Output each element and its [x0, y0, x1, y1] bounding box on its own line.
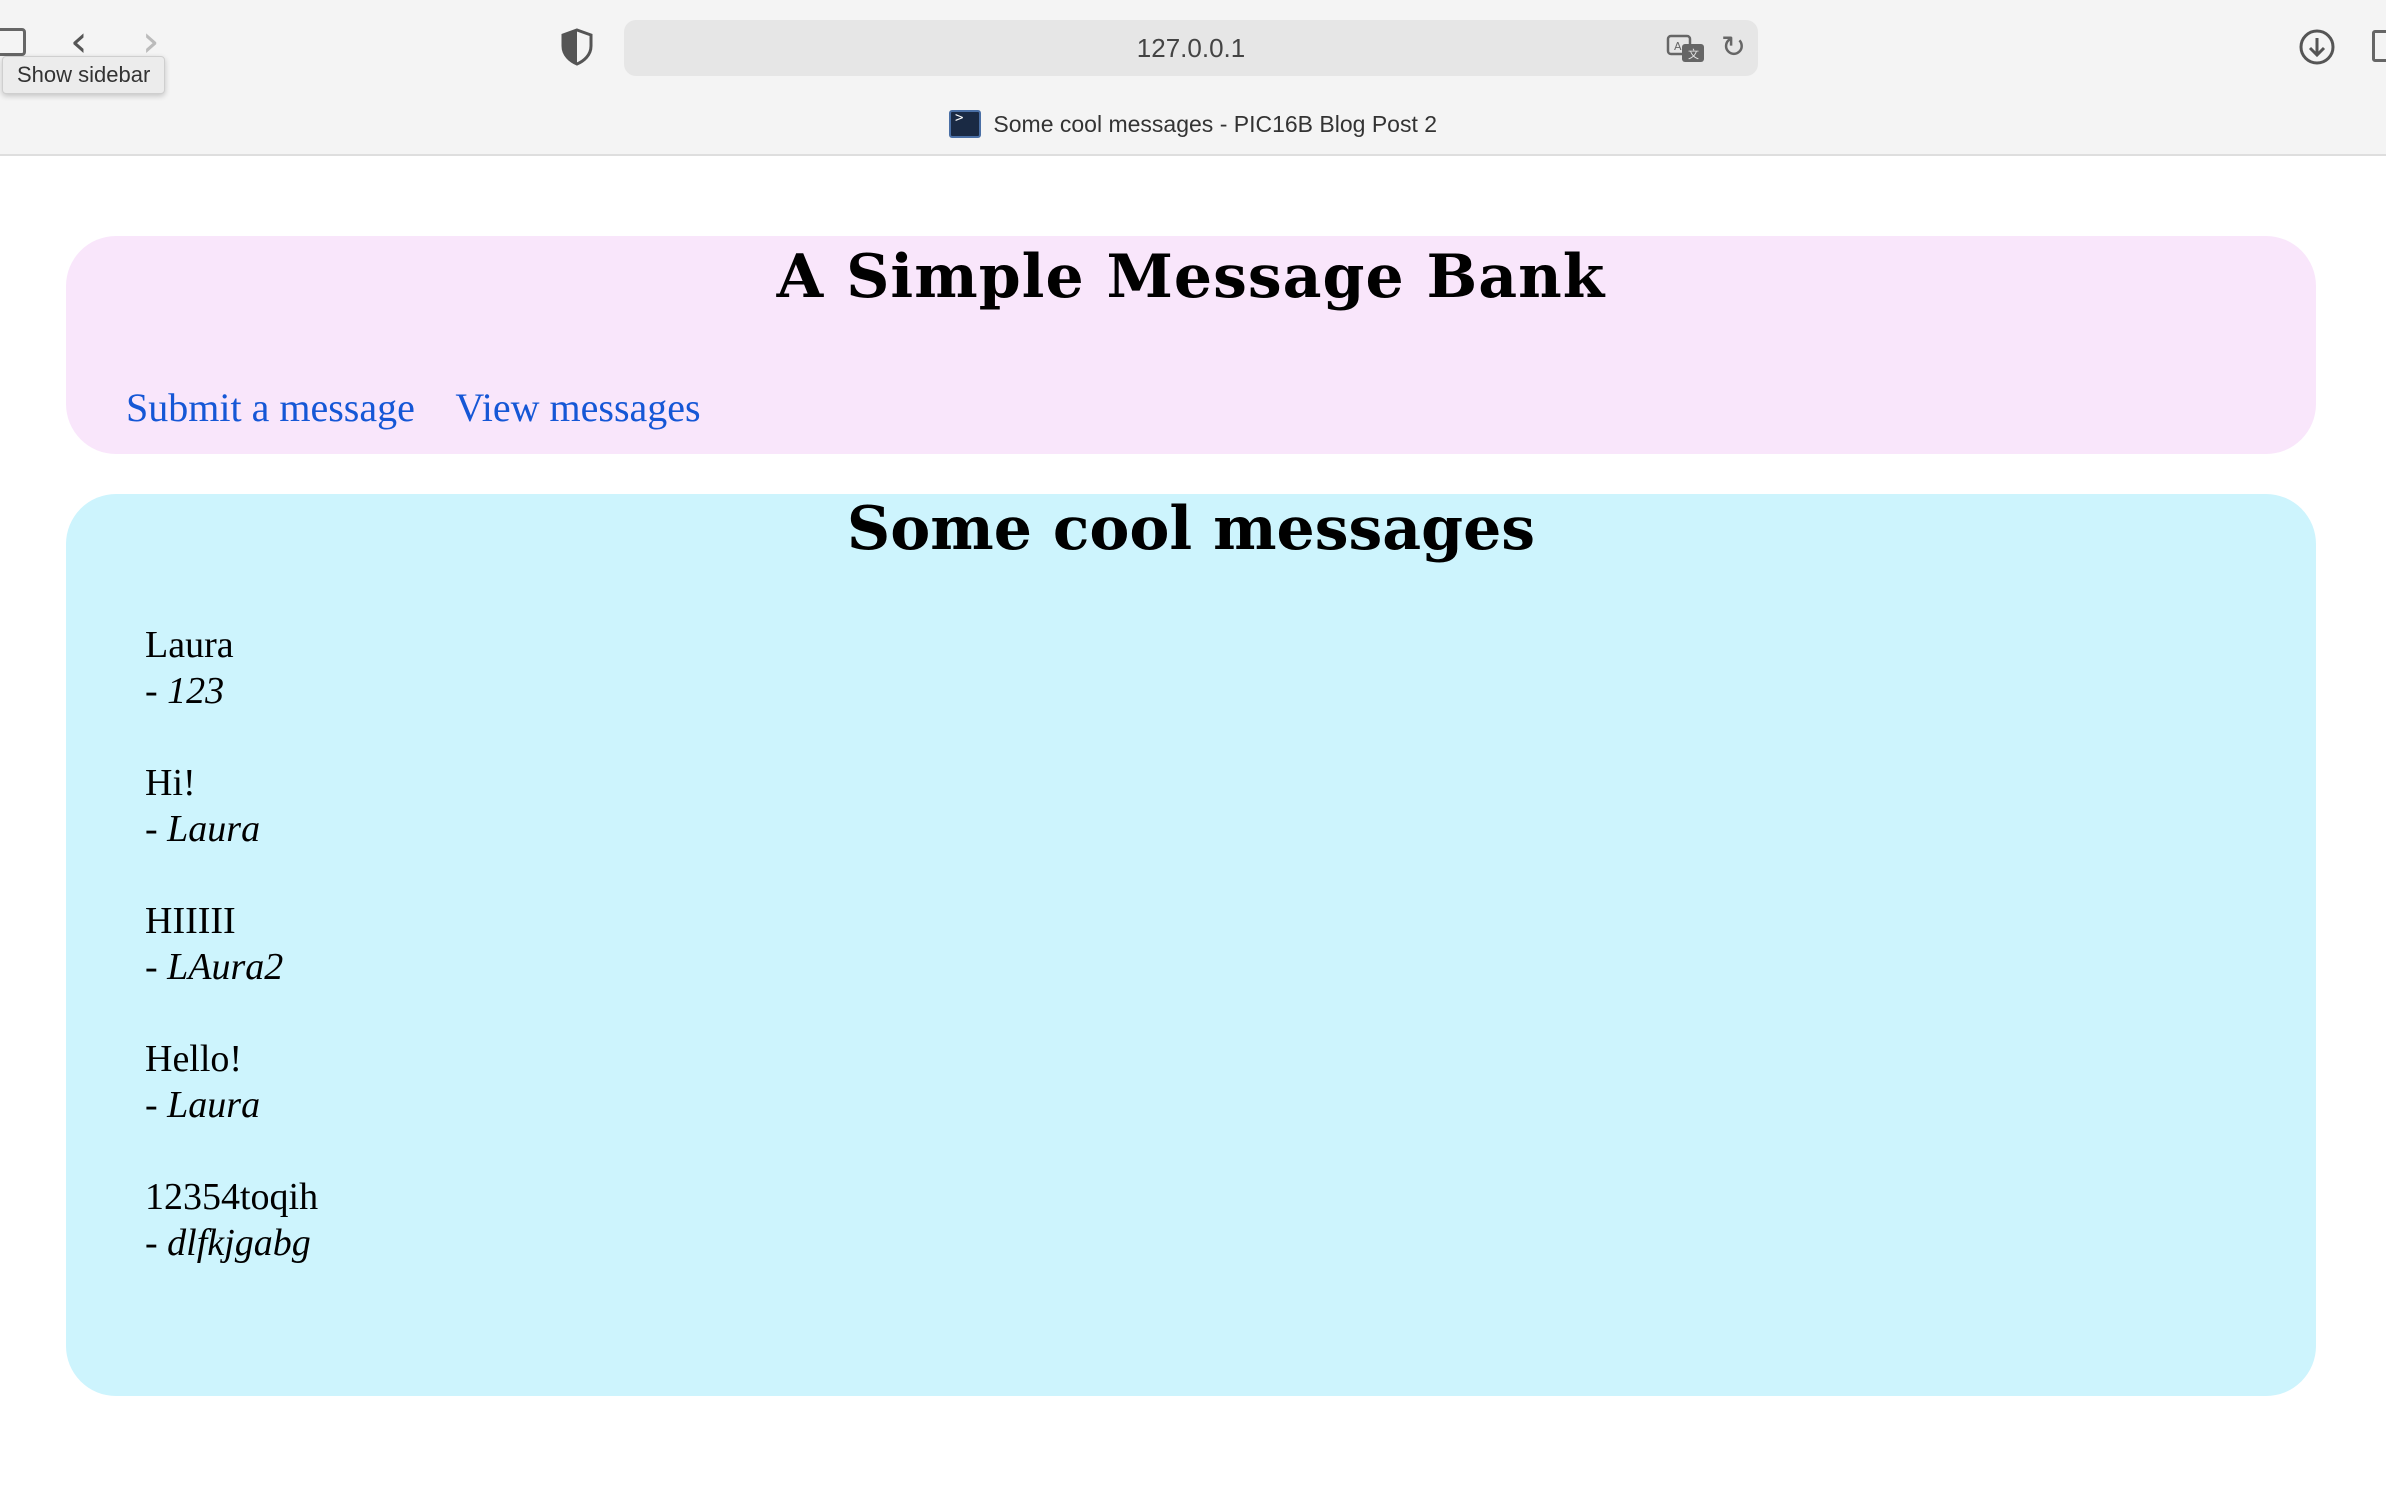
message-author: - LAura2 [145, 946, 284, 988]
terminal-favicon-icon [948, 110, 981, 138]
url-text[interactable]: 127.0.0.1 [624, 20, 1758, 76]
site-header: A Simple Message Bank Submit a message V… [66, 236, 2316, 454]
address-bar[interactable]: 127.0.0.1 A 文 ↻ [624, 20, 1758, 76]
browser-toolbar: ‹ › 127.0.0.1 A 文 ↻ Show sidebar Some co… [0, 0, 2386, 156]
download-icon[interactable] [2298, 28, 2336, 66]
submit-message-link[interactable]: Submit a message [126, 385, 415, 430]
sidebar-tooltip: Show sidebar [2, 56, 166, 94]
message-text: Hello! [145, 1038, 243, 1080]
message-item: Hello! - Laura [145, 1036, 318, 1128]
tabs-overview-icon[interactable] [2372, 30, 2386, 62]
message-item: Laura - 123 [145, 622, 318, 714]
main-nav: Submit a message View messages [126, 384, 737, 431]
message-item: Hi! - Laura [145, 760, 318, 852]
svg-text:A: A [1674, 40, 1682, 53]
messages-section: Some cool messages Laura - 123 Hi! - Lau… [66, 494, 2316, 1396]
sidebar-toggle-icon[interactable] [0, 28, 26, 56]
active-tab[interactable]: Some cool messages - PIC16B Blog Post 2 [0, 110, 2386, 150]
tab-title: Some cool messages - PIC16B Blog Post 2 [993, 110, 1438, 137]
message-text: HIIIII [145, 900, 236, 942]
message-text: Laura [145, 624, 234, 666]
translate-icon[interactable]: A 文 [1666, 34, 1706, 64]
message-author: - Laura [145, 808, 261, 850]
svg-text:文: 文 [1688, 47, 1699, 61]
message-author: - Laura [145, 1084, 261, 1126]
reload-icon[interactable]: ↻ [1721, 32, 1746, 64]
message-text: Hi! [145, 762, 196, 804]
site-title: A Simple Message Bank [776, 242, 1606, 312]
message-text: 12354toqih [145, 1176, 319, 1218]
view-messages-link[interactable]: View messages [455, 385, 700, 430]
message-author: - 123 [145, 670, 225, 712]
message-item: 12354toqih - dlfkjgabg [145, 1174, 318, 1266]
message-item: HIIIII - LAura2 [145, 898, 318, 990]
message-list: Laura - 123 Hi! - Laura HIIIII - LAura2 … [145, 622, 318, 1312]
privacy-shield-icon[interactable] [560, 28, 594, 66]
message-author: - dlfkjgabg [145, 1222, 311, 1264]
page-title: Some cool messages [846, 494, 1536, 564]
